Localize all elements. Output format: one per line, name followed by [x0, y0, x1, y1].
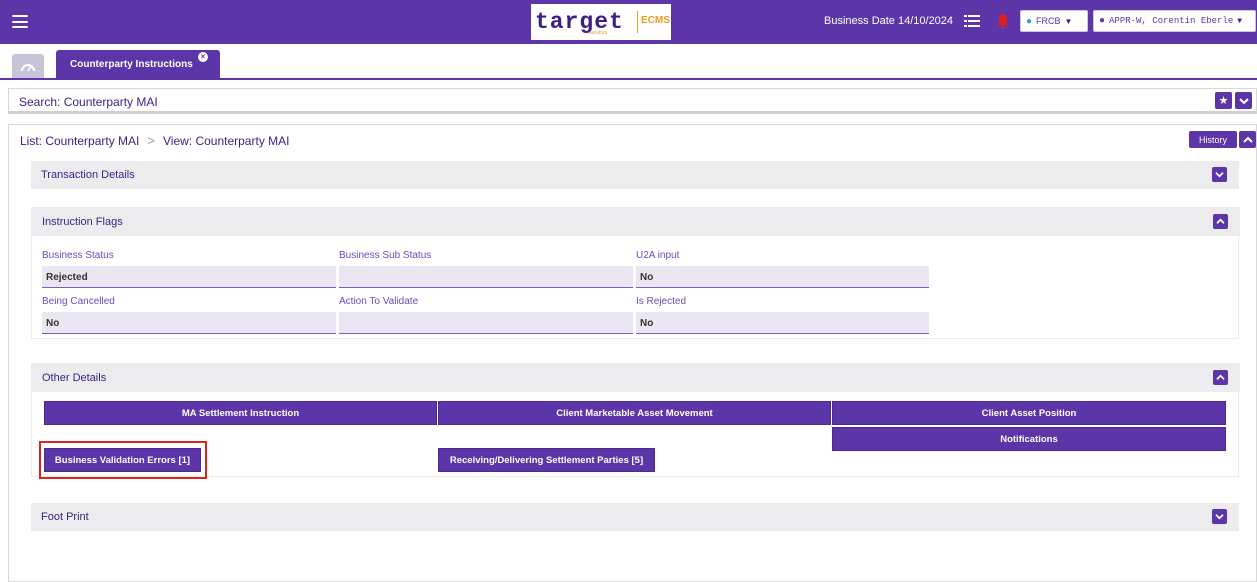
ma-settlement-instruction-button[interactable]: MA Settlement Instruction	[44, 401, 437, 425]
tab-label: Counterparty Instructions	[70, 58, 193, 70]
list-icon[interactable]	[964, 15, 980, 27]
action-to-validate-label: Action To Validate	[339, 296, 419, 307]
being-cancelled-label: Being Cancelled	[42, 296, 115, 307]
logo-text: target	[535, 8, 624, 35]
receiving-delivering-parties-button[interactable]: Receiving/Delivering Settlement Parties …	[438, 448, 655, 472]
favorite-button[interactable]: ★	[1215, 92, 1232, 109]
section-header[interactable]: Instruction Flags	[32, 208, 1240, 236]
business-status-label: Business Status	[42, 250, 114, 261]
logo-separator	[637, 11, 638, 33]
breadcrumb: List: Counterparty MAI > View: Counterpa…	[20, 133, 289, 148]
client-asset-position-button[interactable]: Client Asset Position	[832, 401, 1226, 425]
expand-search-button[interactable]	[1235, 92, 1252, 109]
chevron-down-icon	[1215, 172, 1224, 178]
section-header[interactable]: Foot Print	[31, 503, 1239, 531]
breadcrumb-view: View: Counterparty MAI	[162, 133, 290, 148]
collapse-section-button[interactable]	[1213, 370, 1228, 385]
breadcrumb-list[interactable]: List: Counterparty MAI	[20, 134, 139, 148]
u2a-input-field: No	[636, 266, 929, 288]
collapse-section-button[interactable]	[1213, 214, 1228, 229]
logo: target services ECMS	[531, 4, 671, 40]
section-transaction-details: Transaction Details	[31, 161, 1239, 189]
section-foot-print: Foot Print	[31, 503, 1239, 531]
chevron-up-icon	[1242, 136, 1253, 143]
search-panel: Search: Counterparty MAI ★	[8, 88, 1257, 114]
section-header[interactable]: Transaction Details	[31, 161, 1239, 189]
institution-label: FRCB	[1036, 16, 1061, 26]
user-menu[interactable]: ● APPR-W, Corentin Eberle ▼	[1093, 10, 1256, 32]
is-rejected-field: No	[636, 312, 929, 334]
section-header[interactable]: Other Details	[32, 364, 1240, 392]
client-marketable-asset-movement-button[interactable]: Client Marketable Asset Movement	[438, 401, 831, 425]
section-instruction-flags: Instruction Flags Business Status Reject…	[31, 207, 1240, 339]
tab-counterparty-instructions[interactable]: Counterparty Instructions ×	[56, 50, 220, 78]
chevron-up-icon	[1216, 374, 1225, 380]
user-icon: ●	[1099, 15, 1106, 27]
chevron-down-icon	[1238, 97, 1249, 104]
u2a-input-label: U2A input	[636, 250, 680, 261]
caret-down-icon: ▼	[1064, 16, 1073, 26]
expand-section-button[interactable]	[1212, 167, 1227, 182]
user-name: APPR-W, Corentin Eberle	[1109, 16, 1234, 26]
section-other-details: Other Details MA Settlement Instruction …	[31, 363, 1240, 479]
close-icon[interactable]: ×	[198, 52, 208, 62]
business-validation-errors-button[interactable]: Business Validation Errors [1]	[44, 448, 201, 472]
is-rejected-label: Is Rejected	[636, 296, 687, 307]
caret-down-icon: ▼	[1237, 16, 1243, 26]
chevron-down-icon	[1215, 514, 1224, 520]
breadcrumb-separator: >	[147, 133, 155, 148]
search-title: Search: Counterparty MAI	[19, 95, 158, 109]
being-cancelled-field: No	[42, 312, 336, 334]
view-panel: List: Counterparty MAI > View: Counterpa…	[8, 124, 1257, 582]
business-sub-status-label: Business Sub Status	[339, 250, 432, 261]
business-date: Business Date 14/10/2024	[824, 15, 954, 27]
business-sub-status-field	[339, 266, 633, 288]
section-title: Transaction Details	[41, 169, 135, 181]
chevron-up-icon	[1216, 218, 1225, 224]
logo-ecms: ECMS	[641, 15, 670, 26]
collapse-view-button[interactable]	[1239, 131, 1256, 148]
expand-section-button[interactable]	[1212, 509, 1227, 524]
tab-bar: Counterparty Instructions ×	[0, 44, 1257, 80]
section-title: Instruction Flags	[42, 216, 123, 228]
user-icon: ●	[1026, 15, 1033, 27]
institution-selector[interactable]: ● FRCB ▼	[1020, 10, 1088, 32]
business-status-field: Rejected	[42, 266, 336, 288]
logo-sub: services	[589, 30, 608, 36]
section-title: Other Details	[42, 372, 107, 384]
section-title: Foot Print	[41, 511, 89, 523]
star-icon: ★	[1218, 95, 1229, 107]
action-to-validate-field	[339, 312, 633, 334]
tab-home[interactable]	[12, 54, 44, 78]
menu-icon[interactable]	[12, 15, 28, 28]
notifications-button[interactable]: Notifications	[832, 427, 1226, 451]
dashboard-icon	[21, 64, 35, 72]
history-button[interactable]: History	[1189, 131, 1237, 148]
top-bar: target services ECMS Business Date 14/10…	[0, 0, 1257, 44]
bell-icon[interactable]	[996, 13, 1010, 29]
